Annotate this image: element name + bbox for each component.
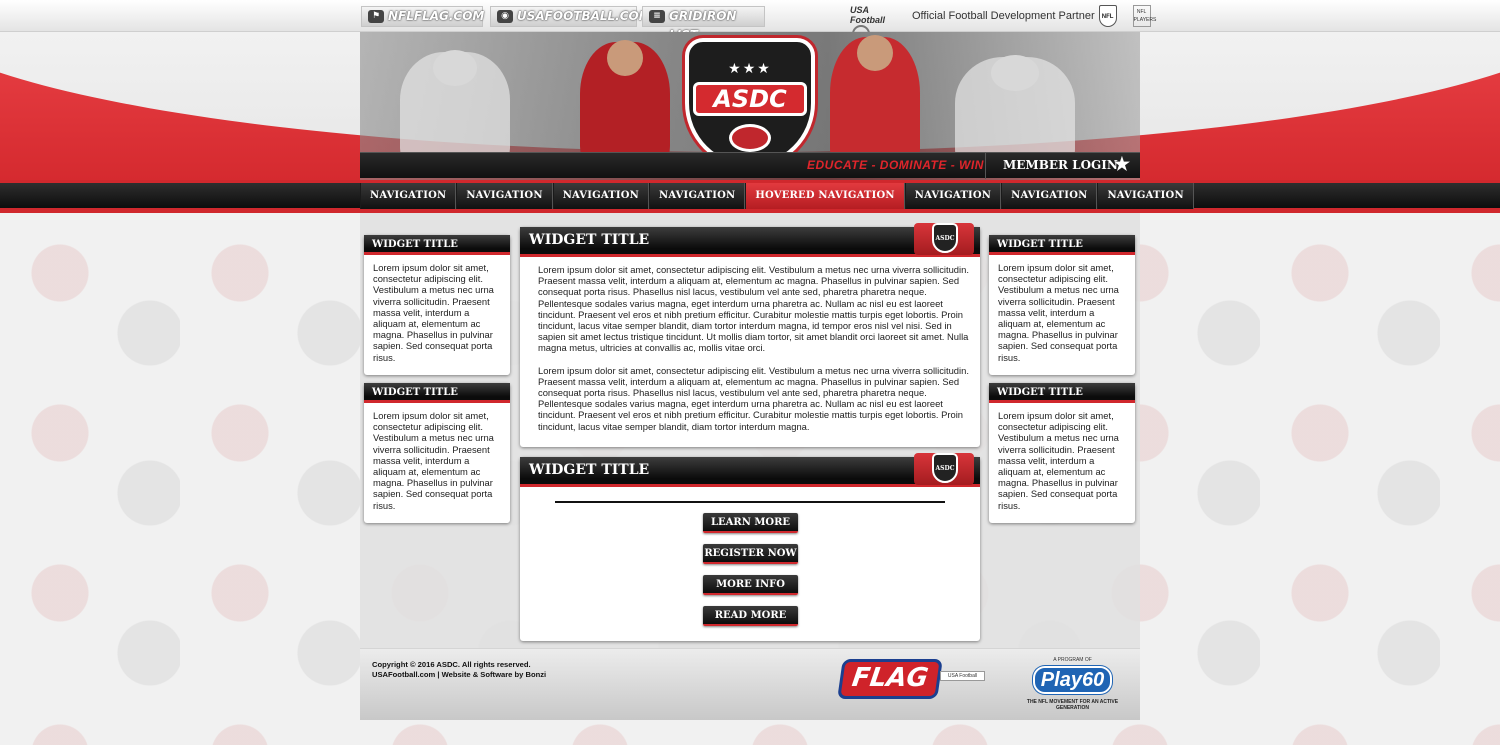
usa-football-logo[interactable]: USA Football	[850, 5, 904, 43]
partner-block: USA Football Official Football Developme…	[850, 5, 1156, 43]
buttons-widget-title-text: WIDGET TITLE	[529, 462, 650, 478]
more-info-button[interactable]: MORE INFO	[703, 575, 798, 595]
play60-program-text: A PROGRAM OF	[1053, 657, 1092, 663]
asdc-mini-logo-icon: ASDC	[914, 453, 974, 485]
asdc-logo[interactable]: ★★★ ASDC	[685, 38, 815, 168]
copyright-block: Copyright © 2016 ASDC. All rights reserv…	[372, 660, 546, 680]
right-widget-1: WIDGET TITLE Lorem ipsum dolor sit amet,…	[989, 235, 1135, 375]
tagline-bar: EDUCATE - DOMINATE - WIN MEMBER LOGIN ★	[360, 152, 1140, 179]
copyright-text: Copyright © 2016 ASDC. All rights reserv…	[372, 660, 531, 669]
gridiron-list-link[interactable]: ≡ GRIDIRON LIST	[642, 6, 765, 42]
widget-text: Lorem ipsum dolor sit amet, consectetur …	[373, 262, 494, 363]
footer: Copyright © 2016 ASDC. All rights reserv…	[360, 648, 1140, 720]
logo-text: ASDC	[693, 82, 807, 116]
widget-title: WIDGET TITLE	[989, 383, 1135, 403]
list-icon: ≡	[649, 10, 665, 23]
content-area: WIDGET TITLE Lorem ipsum dolor sit amet,…	[360, 213, 1140, 648]
play60-logo[interactable]: A PROGRAM OF Play60 THE NFL MOVEMENT FOR…	[1015, 657, 1130, 715]
nav-item-3[interactable]: NAVIGATION	[552, 183, 650, 209]
nav-item-1[interactable]: NAVIGATION	[360, 183, 457, 209]
widget-text: Lorem ipsum dolor sit amet, consectetur …	[998, 410, 1119, 511]
buttons-widget-title: WIDGET TITLE ASDC	[520, 453, 980, 487]
usafootball-link-label: USAFOOTBALL.COM	[517, 9, 651, 23]
main-widget-title-text: WIDGET TITLE	[529, 232, 650, 248]
nav-item-6[interactable]: NAVIGATION	[904, 183, 1002, 209]
main-paragraph-2: Lorem ipsum dolor sit amet, consectetur …	[538, 364, 969, 432]
right-widget-2: WIDGET TITLE Lorem ipsum dolor sit amet,…	[989, 383, 1135, 523]
main-widget: WIDGET TITLE ASDC Lorem ipsum dolor sit …	[520, 223, 980, 447]
logo-stars: ★★★	[728, 60, 772, 76]
main-paragraph-1: Lorem ipsum dolor sit amet, consectetur …	[538, 264, 969, 354]
football-logo-icon	[729, 124, 771, 152]
widget-title: WIDGET TITLE	[989, 235, 1135, 255]
nav-item-8[interactable]: NAVIGATION	[1097, 183, 1194, 209]
left-widget-1: WIDGET TITLE Lorem ipsum dolor sit amet,…	[364, 235, 510, 375]
widget-title: WIDGET TITLE	[364, 235, 510, 255]
main-nav: NAVIGATION NAVIGATION NAVIGATION NAVIGAT…	[360, 183, 1194, 209]
play60-motto: THE NFL MOVEMENT FOR AN ACTIVE GENERATIO…	[1026, 699, 1119, 711]
football-icon: ◉	[497, 10, 513, 23]
nflflag-link-label: NFLFLAG.COM	[388, 9, 485, 23]
nfl-players-label: NFL PLAYERS	[1133, 9, 1157, 23]
main-widget-body: Lorem ipsum dolor sit amet, consectetur …	[520, 257, 980, 432]
widget-text: Lorem ipsum dolor sit amet, consectetur …	[998, 262, 1119, 363]
tagline: EDUCATE - DOMINATE - WIN	[807, 158, 984, 172]
nfl-flag-logo[interactable]: FLAG	[837, 659, 943, 699]
main-widget-title: WIDGET TITLE ASDC	[520, 223, 980, 257]
divider	[555, 501, 945, 503]
learn-more-button[interactable]: LEARN MORE	[703, 513, 798, 533]
top-bar: ⚑ NFLFLAG.COM ◉ USAFOOTBALL.COM ≡ GRIDIR…	[0, 0, 1500, 43]
left-widget-2: WIDGET TITLE Lorem ipsum dolor sit amet,…	[364, 383, 510, 523]
nav-item-4[interactable]: NAVIGATION	[649, 183, 746, 209]
widget-text: Lorem ipsum dolor sit amet, consectetur …	[373, 410, 494, 511]
credits-text[interactable]: USAFootball.com | Website & Software by …	[372, 670, 546, 680]
nflflag-link[interactable]: ⚑ NFLFLAG.COM	[361, 6, 485, 27]
read-more-button[interactable]: READ MORE	[703, 606, 798, 626]
partner-text: Official Football Development Partner	[912, 10, 1095, 22]
nav-item-7[interactable]: NAVIGATION	[1001, 183, 1098, 209]
member-login-label: MEMBER LOGIN	[1003, 158, 1118, 172]
star-icon: ★	[1113, 154, 1130, 175]
register-now-button[interactable]: REGISTER NOW	[703, 544, 798, 564]
member-login-button[interactable]: MEMBER LOGIN ★	[985, 153, 1140, 179]
usafootball-link[interactable]: ◉ USAFOOTBALL.COM	[490, 6, 651, 27]
widget-title: WIDGET TITLE	[364, 383, 510, 403]
nflflag-icon: ⚑	[368, 10, 384, 23]
usa-football-logo-text: USA Football	[850, 5, 885, 25]
nfl-players-logo[interactable]: NFL PLAYERS	[1132, 5, 1156, 27]
play60-logo-text: Play60	[1032, 666, 1113, 694]
nfl-shield-icon[interactable]: NFL	[1098, 5, 1117, 27]
nav-item-2[interactable]: NAVIGATION	[456, 183, 553, 209]
nav-item-hovered[interactable]: HOVERED NAVIGATION	[745, 183, 905, 209]
nfl-shield-label: NFL	[1101, 14, 1114, 20]
buttons-widget: WIDGET TITLE ASDC LEARN MORE REGISTER NO…	[520, 453, 980, 641]
asdc-mini-logo-icon: ASDC	[914, 223, 974, 255]
flag-sponsor-logo: USA Football	[940, 671, 985, 681]
